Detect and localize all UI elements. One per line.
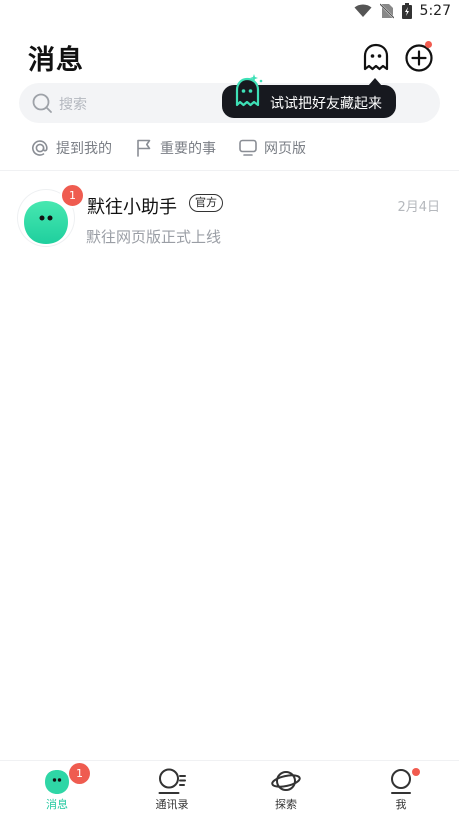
- filter-label: 提到我的: [56, 141, 112, 157]
- divider: [0, 170, 459, 171]
- tab-unread-badge: 1: [69, 763, 90, 784]
- monitor-icon: [239, 139, 257, 156]
- tab-explore[interactable]: 探索: [229, 761, 343, 817]
- tab-contacts[interactable]: 通讯录: [115, 761, 229, 817]
- tab-label: 我: [395, 798, 407, 811]
- notification-dot: [425, 41, 432, 48]
- filter-label: 重要的事: [160, 141, 216, 157]
- chat-date: 2月4日: [397, 200, 440, 215]
- header: 消息: [0, 36, 459, 80]
- contacts-icon: [158, 768, 186, 794]
- search-icon: [32, 93, 52, 113]
- filter-mentions[interactable]: 提到我的: [30, 138, 112, 158]
- hide-friends-button[interactable]: [360, 42, 392, 74]
- tab-messages[interactable]: 1 消息: [0, 761, 114, 817]
- filter-label: 网页版: [264, 141, 306, 157]
- filter-web[interactable]: 网页版: [238, 138, 306, 158]
- at-icon: [32, 140, 48, 156]
- search-placeholder: 搜索: [59, 97, 87, 113]
- tab-label: 通讯录: [155, 798, 189, 811]
- filter-important[interactable]: 重要的事: [134, 138, 216, 158]
- chat-preview: 默往网页版正式上线: [86, 228, 222, 246]
- tab-label: 探索: [275, 798, 297, 811]
- planet-icon: [271, 771, 301, 791]
- ghost-icon: [363, 43, 389, 71]
- no-sim-icon: [379, 3, 394, 19]
- status-bar: 5:27: [0, 0, 459, 26]
- flag-icon: [137, 139, 151, 157]
- add-button[interactable]: [403, 41, 435, 74]
- assistant-ghost-icon: [24, 201, 68, 244]
- tab-label: 消息: [46, 798, 68, 811]
- official-tag: 官方: [189, 194, 223, 212]
- tooltip-arrow: [368, 78, 382, 86]
- tooltip-text: 试试把好友藏起来: [270, 96, 382, 112]
- bottom-tab-bar: 1 消息 通讯录 探索 我: [0, 760, 459, 817]
- tab-me[interactable]: 我: [344, 761, 458, 817]
- status-time: 5:27: [419, 3, 451, 19]
- quick-filters: 提到我的 重要的事 网页版: [30, 135, 328, 161]
- status-icons: 5:27: [354, 3, 451, 19]
- notification-dot: [412, 768, 420, 776]
- ghost-sparkle-icon: [235, 74, 263, 107]
- messages-ghost-icon: [45, 770, 69, 794]
- battery-icon: [401, 3, 412, 19]
- hide-friends-tooltip[interactable]: 试试把好友藏起来: [222, 74, 396, 118]
- page-title: 消息: [28, 45, 84, 76]
- unread-badge: 1: [60, 183, 85, 208]
- chat-name: 默往小助手: [87, 197, 177, 218]
- wifi-icon: [354, 4, 372, 17]
- chat-list-item[interactable]: 1 默往小助手 官方 2月4日 默往网页版正式上线: [0, 180, 459, 260]
